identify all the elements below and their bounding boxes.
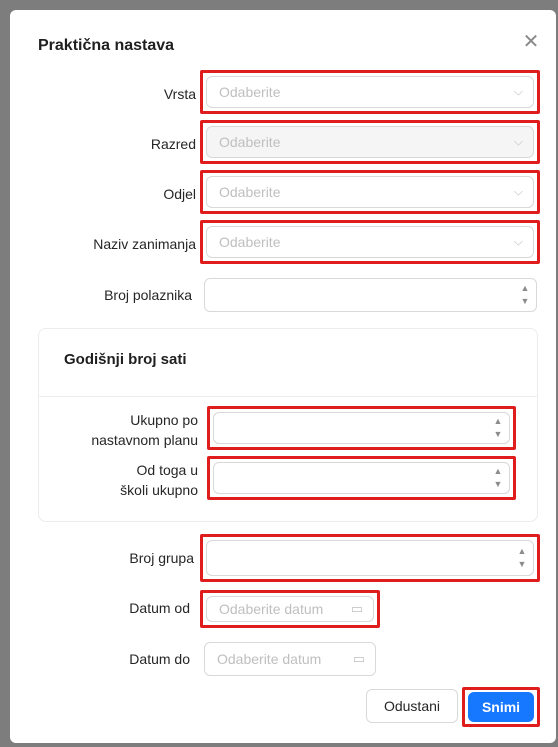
cancel-button[interactable]: Odustani (366, 689, 458, 723)
number-stepper[interactable]: ▲ ▼ (520, 279, 530, 311)
ukupno-input[interactable]: ▲ ▼ (207, 406, 516, 450)
datum-od-picker[interactable]: Odaberite datum ▭ (200, 590, 380, 628)
vrsta-placeholder: Odaberite (219, 84, 281, 100)
razred-select[interactable]: Odaberite ⌵ (200, 120, 540, 164)
odjel-label: Odjel (163, 186, 196, 202)
chevron-down-icon: ⌵ (513, 184, 523, 199)
datum-do-placeholder: Odaberite datum (217, 651, 322, 667)
ukupno-label-line1: Ukupno po (130, 412, 198, 428)
odjel-select[interactable]: Odaberite ⌵ (200, 170, 540, 214)
calendar-icon: ▭ (350, 601, 363, 616)
broj-polaznika-input[interactable]: ▲ ▼ (204, 278, 537, 312)
broj-grupa-input[interactable]: ▲ ▼ (200, 534, 540, 582)
datum-od-label: Datum od (129, 600, 190, 616)
razred-placeholder: Odaberite (219, 134, 281, 150)
naziv-zanimanja-placeholder: Odaberite (219, 234, 281, 250)
chevron-down-icon: ⌵ (513, 234, 523, 249)
ukupno-label: Ukupno po nastavnom planu (70, 410, 198, 450)
vrsta-select[interactable]: Odaberite ⌵ (200, 70, 540, 114)
razred-label: Razred (150, 136, 196, 152)
number-stepper[interactable]: ▲ ▼ (517, 541, 527, 575)
od-toga-input[interactable]: ▲ ▼ (207, 456, 516, 500)
save-button[interactable]: Snimi (468, 692, 534, 722)
chevron-down-icon: ⌵ (513, 84, 523, 99)
naziv-zanimanja-select[interactable]: Odaberite ⌵ (200, 220, 540, 264)
broj-grupa-label: Broj grupa (129, 550, 194, 566)
ukupno-label-line2: nastavnom planu (91, 432, 198, 448)
od-toga-label-line2: školi ukupno (120, 482, 198, 498)
vrsta-label: Vrsta (163, 86, 196, 102)
number-stepper[interactable]: ▲ ▼ (493, 463, 503, 493)
naziv-zanimanja-label: Naziv zanimanja (93, 236, 196, 252)
datum-od-placeholder: Odaberite datum (219, 601, 324, 617)
number-stepper[interactable]: ▲ ▼ (493, 413, 503, 443)
broj-polaznika-label: Broj polaznika (104, 287, 192, 303)
od-toga-label: Od toga u školi ukupno (70, 460, 198, 500)
datum-do-picker[interactable]: Odaberite datum ▭ (204, 642, 376, 676)
save-button-highlight: Snimi (462, 687, 540, 727)
section-title: Godišnji broj sati (64, 351, 187, 368)
odjel-placeholder: Odaberite (219, 184, 281, 200)
close-icon[interactable]: ✕ (520, 32, 542, 54)
datum-do-label: Datum do (129, 651, 190, 667)
dialog: Praktična nastava ✕ Vrsta Odaberite ⌵ Ra… (10, 10, 556, 743)
od-toga-label-line1: Od toga u (136, 462, 199, 478)
section-divider (39, 396, 537, 397)
calendar-icon: ▭ (352, 651, 365, 666)
dialog-title: Praktična nastava (38, 37, 175, 54)
chevron-down-icon: ⌵ (513, 134, 523, 149)
